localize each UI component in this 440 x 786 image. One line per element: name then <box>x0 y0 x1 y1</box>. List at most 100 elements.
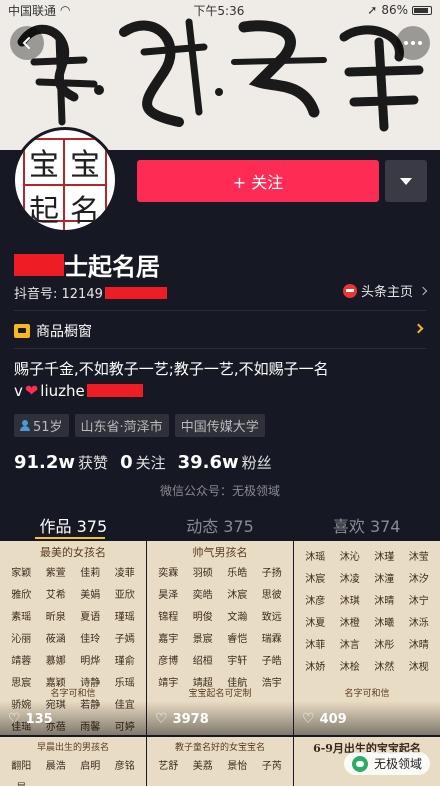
likes-stat[interactable]: 91.2w 获赞 <box>14 452 108 473</box>
profile-tags: 51岁 山东省·菏泽市 中国传媒大学 <box>14 414 265 437</box>
video-thumbnail[interactable]: 帅气男孩名 奕霖 羽硕 乐皓 子扬 昊泽 奕皓 沐宸 思彼 锦程 明俊 文瀚 致远 嘉宇 景宸 睿恺 瑞霖 彦博… <box>147 541 293 735</box>
name-entry: 沐晴 <box>374 596 395 607</box>
recommend-dropdown-button[interactable] <box>385 160 427 202</box>
name-entry: 沐桧 <box>339 662 360 673</box>
name-entry: 沐娇 <box>305 662 326 673</box>
name-entry: 凌菲 <box>114 568 135 579</box>
profile-name: 士起名居 <box>14 247 160 282</box>
clock: 下午5:36 <box>193 3 245 18</box>
status-bar: 中国联通 ◠ 下午5:36 ➚ 86% <box>0 0 440 20</box>
name-entry: 瑞霖 <box>261 634 282 645</box>
name-entry: 沐宁 <box>408 596 429 607</box>
name-entry: 沐言 <box>339 640 360 651</box>
battery-icon <box>412 5 432 15</box>
name-entry: 沐瑶 <box>305 552 326 563</box>
profile-stats: 91.2w 获赞 0 关注 39.6w 粉丝 <box>14 452 272 473</box>
name-list: 艺舒 美荔 景怡 子芮 <box>147 753 293 772</box>
name-entry: 美荔 <box>192 761 213 772</box>
watermark-badge: 无极领域 <box>343 752 430 775</box>
following-stat[interactable]: 0 关注 <box>120 452 166 473</box>
video-thumbnail[interactable]: 最美的女孩名 家颖 紫萱 佳莉 凌菲 雅欣 艾希 美娟 亚欣 素瑶 昕泉 夏语 瑾瑶 沁丽 莜涵 佳玲 子嫣靖… <box>0 541 146 735</box>
redaction-mark <box>86 384 143 397</box>
name-entry: 沐然 <box>374 662 395 673</box>
chevron-right-icon <box>418 286 428 295</box>
redaction-mark <box>104 286 167 299</box>
tab-posts[interactable]: 动态 375 <box>147 508 294 542</box>
name-entry: 绍桓 <box>192 656 213 667</box>
name-entry: 素瑶 <box>11 612 32 623</box>
name-entry: 景宸 <box>192 634 213 645</box>
name-entry: 睿恺 <box>227 634 248 645</box>
name-entry: 沐瑾 <box>374 552 395 563</box>
avatar[interactable]: 宝 宝 起 名 <box>12 127 118 233</box>
name-entry: 艺舒 <box>158 761 179 772</box>
name-entry: 子芮 <box>261 761 282 772</box>
name-entry: 沐彤 <box>374 640 395 651</box>
video-grid: 最美的女孩名 家颖 紫萱 佳莉 凌菲 雅欣 艾希 美娟 亚欣 素瑶 昕泉 夏语 瑾瑶 沁丽 莜涵 佳玲 子嫣靖… <box>0 541 440 786</box>
name-entry: 沐沁 <box>339 552 360 563</box>
name-entry: 乐皓 <box>227 568 248 579</box>
name-list: 翻阳 晨浩 启明 彦铭晨 <box>0 753 146 786</box>
name-entry: 慕娜 <box>45 656 66 667</box>
name-entry: 沐宸 <box>227 590 248 601</box>
name-entry: 翻阳 <box>11 761 32 772</box>
name-entry: 思彼 <box>261 590 282 601</box>
back-button[interactable] <box>10 26 44 60</box>
video-thumbnail[interactable]: 沐瑶 沐沁 沐瑾 沐莹 沐宸 沐凌 沐潼 沐汐 沐彦 沐琪 沐晴 沐宁 沐夏 沐橙 沐曦 沐泺 沐菲 沐言 沐彤 沐晴… <box>294 541 440 735</box>
name-entry: 彦铭 <box>114 761 135 772</box>
divider <box>14 348 426 349</box>
name-entry <box>108 779 143 786</box>
battery-percent: 86% <box>381 3 408 17</box>
name-entry: 奕皓 <box>192 590 213 601</box>
name-entry: 瑾俞 <box>114 656 135 667</box>
douyin-id[interactable]: 抖音号: 12149 <box>14 283 167 302</box>
tab-likes[interactable]: 喜欢 374 <box>293 508 440 542</box>
name-entry: 瑾瑶 <box>114 612 135 623</box>
video-thumbnail[interactable]: 教子童名好的女宝宝名 艺舒 美荔 景怡 子芮 <box>147 737 293 786</box>
bio-line-1: 赐子千金,不如教子一艺;教子一艺,不如赐子一名 <box>14 360 329 378</box>
toutiao-icon <box>342 283 357 298</box>
name-entry: 沁丽 <box>11 634 32 645</box>
name-entry: 子扬 <box>261 568 282 579</box>
follow-button[interactable]: + 关注 <box>137 160 379 202</box>
like-count: ♡ 409 <box>302 711 347 727</box>
name-entry: 嘉宇 <box>158 634 179 645</box>
name-entry: 靖蓉 <box>11 656 32 667</box>
name-entry: 沐曦 <box>374 618 395 629</box>
name-entry: 锦程 <box>158 612 179 623</box>
name-entry: 启明 <box>80 761 101 772</box>
name-entry <box>39 779 74 786</box>
name-entry: 奕霖 <box>158 568 179 579</box>
name-entry: 沐菲 <box>305 640 326 651</box>
followers-stat[interactable]: 39.6w 粉丝 <box>178 452 272 473</box>
more-button[interactable] <box>396 26 430 60</box>
name-entry: 沐汐 <box>408 574 429 585</box>
shop-window-link[interactable]: 商品橱窗 <box>14 320 426 342</box>
school-tag: 中国传媒大学 <box>174 414 265 437</box>
name-entry: 文瀚 <box>227 612 248 623</box>
seal-logo: 宝 宝 起 名 <box>23 138 107 230</box>
name-entry: 莜涵 <box>45 634 66 645</box>
name-entry: 沐橙 <box>339 618 360 629</box>
like-count: ♡ 135 <box>8 711 53 727</box>
name-entry: 昕泉 <box>45 612 66 623</box>
name-entry: 艾希 <box>45 590 66 601</box>
calligraphy-art <box>17 18 424 132</box>
active-tab-indicator <box>35 537 105 539</box>
name-entry: 沐宸 <box>305 574 326 585</box>
name-entry: 沐琪 <box>339 596 360 607</box>
name-entry: 美娟 <box>80 590 101 601</box>
name-entry: 明烨 <box>80 656 101 667</box>
name-entry: 昊泽 <box>158 590 179 601</box>
name-entry: 沐彦 <box>305 596 326 607</box>
name-entry <box>73 779 108 786</box>
video-thumbnail[interactable]: 早晨出生的男孩名 翻阳晨浩启明彦铭晨 <box>0 737 146 786</box>
name-entry: 沐莹 <box>408 552 429 563</box>
toutiao-homepage-link[interactable]: 头条主页 <box>342 281 428 300</box>
name-entry: 雅欣 <box>11 590 32 601</box>
name-entry: 夏语 <box>80 612 101 623</box>
like-count: ♡ 3978 <box>155 711 209 727</box>
person-icon <box>20 420 30 431</box>
location-tag: 山东省·菏泽市 <box>74 414 169 437</box>
heart-outline-icon: ♡ <box>8 711 21 727</box>
